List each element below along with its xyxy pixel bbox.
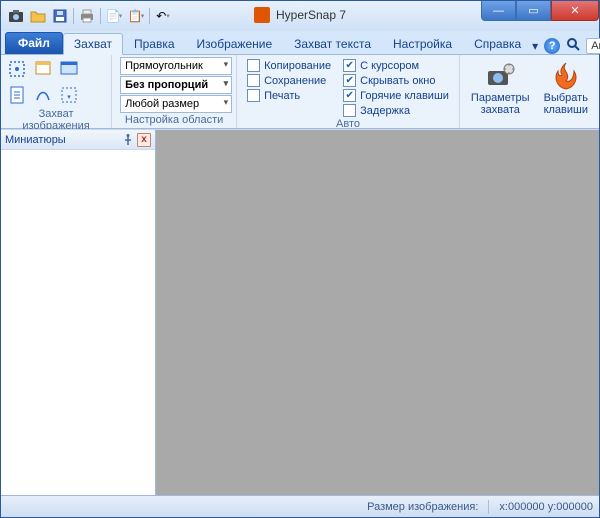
capture-scroll-icon[interactable]: [5, 83, 29, 107]
qat-separator: [73, 8, 74, 24]
group-actions: Параметры захвата Выбрать клавиши: [460, 55, 599, 128]
tab-image[interactable]: Изображение: [186, 33, 284, 54]
qat-separator: [149, 8, 150, 24]
search-icon[interactable]: [566, 37, 580, 54]
size-combo[interactable]: Любой размер: [120, 95, 232, 113]
maximize-button[interactable]: ▭: [516, 1, 551, 21]
group-capture-image: ▾ Захват изображения: [1, 55, 112, 128]
ribbon: ▾ Захват изображения Прямоугольник Без п…: [1, 55, 599, 129]
choose-hotkeys-button[interactable]: Выбрать клавиши: [537, 57, 595, 119]
thumbnails-list[interactable]: [1, 150, 155, 495]
check-cursor[interactable]: ✔С курсором: [343, 59, 449, 72]
check-print[interactable]: Печать: [247, 89, 331, 102]
auto-dropdown[interactable]: Авто: [586, 38, 600, 54]
minimize-button[interactable]: —: [481, 1, 516, 21]
shape-combo[interactable]: Прямоугольник: [120, 57, 232, 75]
status-separator: [488, 500, 489, 514]
camera-icon[interactable]: [7, 7, 25, 25]
close-button[interactable]: ✕: [551, 1, 599, 21]
tabs-expand-icon[interactable]: ▾: [532, 39, 538, 53]
app-icon: [254, 7, 270, 23]
copy-icon[interactable]: 📄▾: [105, 7, 123, 25]
window-controls: — ▭ ✕: [481, 1, 599, 21]
thumbnails-panel: Миниатюры x: [1, 130, 156, 495]
save-icon[interactable]: [51, 7, 69, 25]
quick-access-toolbar: 📄▾ 📋▾ ↶▾: [1, 7, 172, 25]
group-auto: Копирование Сохранение Печать ✔С курсоро…: [237, 55, 460, 128]
statusbar: Размер изображения: x:000000 y:000000: [1, 495, 599, 517]
workspace[interactable]: [156, 130, 599, 495]
gear-camera-icon: [484, 60, 516, 92]
capture-fullscreen-icon[interactable]: [57, 57, 81, 81]
thumbnails-header: Миниатюры x: [1, 130, 155, 150]
check-save[interactable]: Сохранение: [247, 74, 331, 87]
capture-window-icon[interactable]: [31, 57, 55, 81]
check-hide-window[interactable]: ✔Скрывать окно: [343, 74, 449, 87]
ratio-combo[interactable]: Без пропорций: [120, 76, 232, 94]
capture-region-icon[interactable]: [5, 57, 29, 81]
check-delay[interactable]: Задержка: [343, 104, 449, 117]
pin-icon[interactable]: [121, 133, 135, 147]
group-region-settings: Прямоугольник Без пропорций Любой размер…: [112, 55, 237, 128]
status-size-label: Размер изображения:: [367, 501, 478, 513]
thumbnails-title: Миниатюры: [5, 134, 66, 146]
check-hotkeys[interactable]: ✔Горячие клавиши: [343, 89, 449, 102]
close-panel-icon[interactable]: x: [137, 133, 151, 147]
status-coords: x:000000 y:000000: [499, 501, 593, 513]
tab-file[interactable]: Файл: [5, 32, 63, 54]
tab-edit[interactable]: Правка: [123, 33, 186, 54]
window-title: HyperSnap 7: [254, 7, 346, 23]
capture-freehand-icon[interactable]: [31, 83, 55, 107]
titlebar: 📄▾ 📋▾ ↶▾ HyperSnap 7 — ▭ ✕: [1, 1, 599, 31]
tab-capture[interactable]: Захват: [63, 33, 123, 55]
undo-icon[interactable]: ↶▾: [154, 7, 172, 25]
open-icon[interactable]: [29, 7, 47, 25]
svg-text:▾: ▾: [67, 94, 71, 101]
flame-icon: [550, 60, 582, 92]
help-icon[interactable]: ?: [544, 38, 560, 54]
check-copy[interactable]: Копирование: [247, 59, 331, 72]
capture-params-button[interactable]: Параметры захвата: [464, 57, 537, 119]
tab-settings[interactable]: Настройка: [382, 33, 463, 54]
tabs-right: ▾ ? Авто: [532, 37, 600, 54]
app-window: 📄▾ 📋▾ ↶▾ HyperSnap 7 — ▭ ✕ Файл Захват П…: [0, 0, 600, 518]
capture-more-icon[interactable]: ▾: [57, 83, 81, 107]
print-icon[interactable]: [78, 7, 96, 25]
body-area: Миниатюры x: [1, 129, 599, 495]
tab-text-capture[interactable]: Захват текста: [283, 33, 382, 54]
paste-icon[interactable]: 📋▾: [127, 7, 145, 25]
tab-help[interactable]: Справка: [463, 33, 532, 54]
group-label-region: Настройка области: [116, 113, 232, 128]
title-text: HyperSnap 7: [276, 8, 346, 22]
ribbon-tabs: Файл Захват Правка Изображение Захват те…: [1, 31, 599, 55]
qat-separator: [100, 8, 101, 24]
